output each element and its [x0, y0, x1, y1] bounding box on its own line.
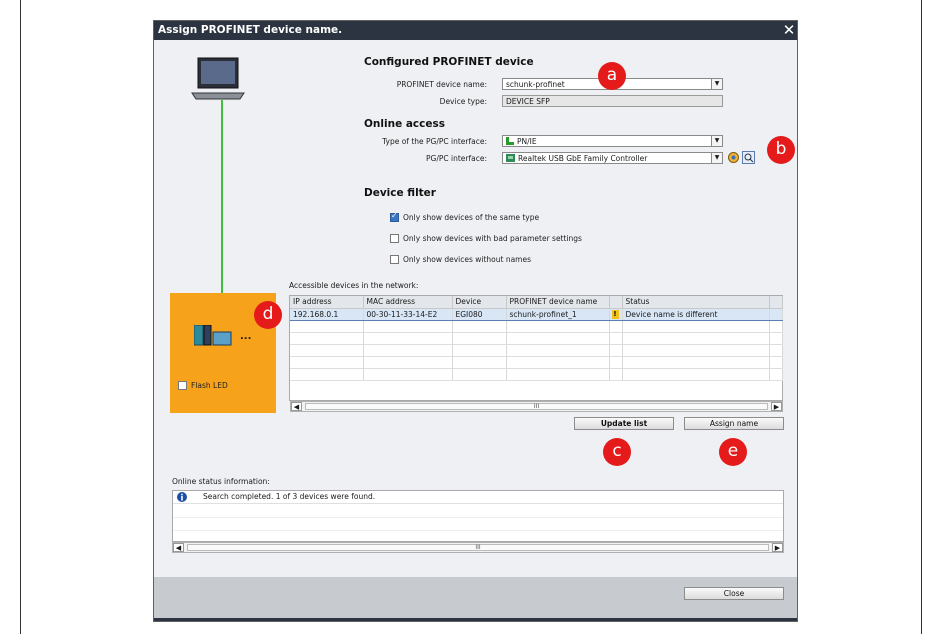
- network-label: Accessible devices in the network:: [289, 281, 419, 290]
- devices-table: IP address MAC address Device PROFINET d…: [290, 296, 783, 381]
- scroll-left-icon[interactable]: ◀: [173, 543, 184, 552]
- iface-type-value: PN/IE: [517, 137, 537, 146]
- cell-mac: 00-30-11-33-14-E2: [363, 307, 453, 321]
- warning-icon: !: [609, 307, 623, 321]
- col-ip[interactable]: IP address: [290, 296, 364, 309]
- table-row: [290, 320, 783, 333]
- status-row: Search completed. 1 of 3 devices were fo…: [173, 491, 783, 504]
- pc-icon: [191, 57, 245, 100]
- filter-no-names-label: Only show devices without names: [403, 255, 532, 264]
- diagnostics-icon[interactable]: [728, 152, 739, 163]
- cell-name: schunk-profinet_1: [506, 307, 610, 321]
- update-list-button[interactable]: Update list: [574, 417, 674, 430]
- dialog-titlebar: Assign PROFINET device name. ✕: [154, 21, 797, 40]
- col-mac[interactable]: MAC address: [363, 296, 453, 309]
- info-icon: [177, 492, 187, 502]
- filter-heading: Device filter: [364, 187, 436, 199]
- scroll-right-icon[interactable]: ▶: [772, 543, 783, 552]
- chevron-down-icon[interactable]: ▼: [711, 153, 722, 163]
- chevron-down-icon[interactable]: ▼: [711, 136, 722, 146]
- chevron-down-icon[interactable]: ▼: [711, 79, 722, 89]
- flash-led-label: Flash LED: [191, 381, 228, 390]
- table-row: [290, 368, 783, 381]
- search-icon[interactable]: [742, 151, 755, 164]
- configured-heading: Configured PROFINET device: [364, 56, 534, 68]
- device-name-value: schunk-profinet: [506, 80, 565, 89]
- filter-same-type-label: Only show devices of the same type: [403, 213, 540, 222]
- table-row[interactable]: 192.168.0.1 00-30-11-33-14-E2 EGI080 sch…: [290, 307, 783, 321]
- checkbox-no-names[interactable]: [390, 254, 399, 264]
- network-card-icon: [506, 154, 515, 162]
- col-device[interactable]: Device: [452, 296, 507, 309]
- cell-device: EGI080: [452, 307, 507, 321]
- cell-ip: 192.168.0.1: [290, 307, 364, 321]
- iface-type-label: Type of the PG/PC interface:: [382, 137, 487, 146]
- status-hscrollbar[interactable]: ◀ III ▶: [172, 542, 784, 553]
- close-button[interactable]: Close: [684, 587, 784, 600]
- col-status-icon: [609, 296, 623, 309]
- device-type-field: DEVICE SFP: [502, 95, 723, 107]
- col-spacer: [769, 296, 783, 309]
- assign-name-dialog: Assign PROFINET device name. ✕ Configure…: [153, 20, 798, 622]
- device-ellipsis: ...: [240, 331, 252, 342]
- col-status[interactable]: Status: [622, 296, 770, 309]
- filter-same-type[interactable]: Only show devices of the same type: [390, 211, 540, 223]
- flash-led-toggle[interactable]: Flash LED: [178, 380, 228, 391]
- status-info-box: Search completed. 1 of 3 devices were fo…: [172, 490, 784, 542]
- dialog-title: Assign PROFINET device name.: [158, 24, 343, 36]
- device-name-label: PROFINET device name:: [396, 80, 487, 89]
- checkbox-bad-params[interactable]: [390, 233, 399, 243]
- table-row: [290, 332, 783, 345]
- iface-value: Realtek USB GbE Family Controller: [518, 154, 648, 163]
- dialog-footer: Close: [154, 577, 797, 621]
- scroll-thumb[interactable]: III: [305, 403, 768, 410]
- scroll-right-icon[interactable]: ▶: [771, 402, 782, 411]
- device-module-icon: [194, 325, 232, 346]
- device-type-label: Device type:: [439, 97, 487, 106]
- checkbox-flash-led[interactable]: [178, 380, 187, 390]
- table-row: [290, 356, 783, 369]
- status-info-label: Online status information:: [172, 477, 270, 486]
- assign-name-button[interactable]: Assign name: [684, 417, 784, 430]
- status-message: Search completed. 1 of 3 devices were fo…: [203, 492, 376, 501]
- cell-status: Device name is different: [622, 307, 770, 321]
- checkbox-same-type[interactable]: [390, 211, 399, 222]
- table-header: IP address MAC address Device PROFINET d…: [290, 296, 783, 309]
- close-icon[interactable]: ✕: [781, 21, 797, 40]
- callout-badge-a: a: [598, 62, 626, 90]
- callout-badge-c: c: [603, 438, 631, 466]
- filter-bad-params-label: Only show devices with bad parameter set…: [403, 234, 582, 243]
- table-row: [290, 344, 783, 357]
- devices-hscrollbar[interactable]: ◀ III ▶: [290, 401, 783, 412]
- iface-label: PG/PC interface:: [426, 154, 487, 163]
- network-plug-icon: [506, 137, 514, 145]
- online-heading: Online access: [364, 118, 446, 130]
- scroll-thumb[interactable]: III: [187, 544, 769, 551]
- device-type-value: DEVICE SFP: [506, 97, 550, 106]
- callout-badge-e: e: [719, 438, 747, 466]
- col-name[interactable]: PROFINET device name: [506, 296, 610, 309]
- callout-badge-d: d: [254, 301, 282, 329]
- scroll-left-icon[interactable]: ◀: [291, 402, 302, 411]
- filter-no-names[interactable]: Only show devices without names: [390, 254, 532, 265]
- callout-badge-b: b: [767, 136, 795, 164]
- filter-bad-params[interactable]: Only show devices with bad parameter set…: [390, 233, 582, 244]
- iface-combo[interactable]: Realtek USB GbE Family Controller ▼: [502, 152, 723, 164]
- iface-type-combo[interactable]: PN/IE ▼: [502, 135, 723, 147]
